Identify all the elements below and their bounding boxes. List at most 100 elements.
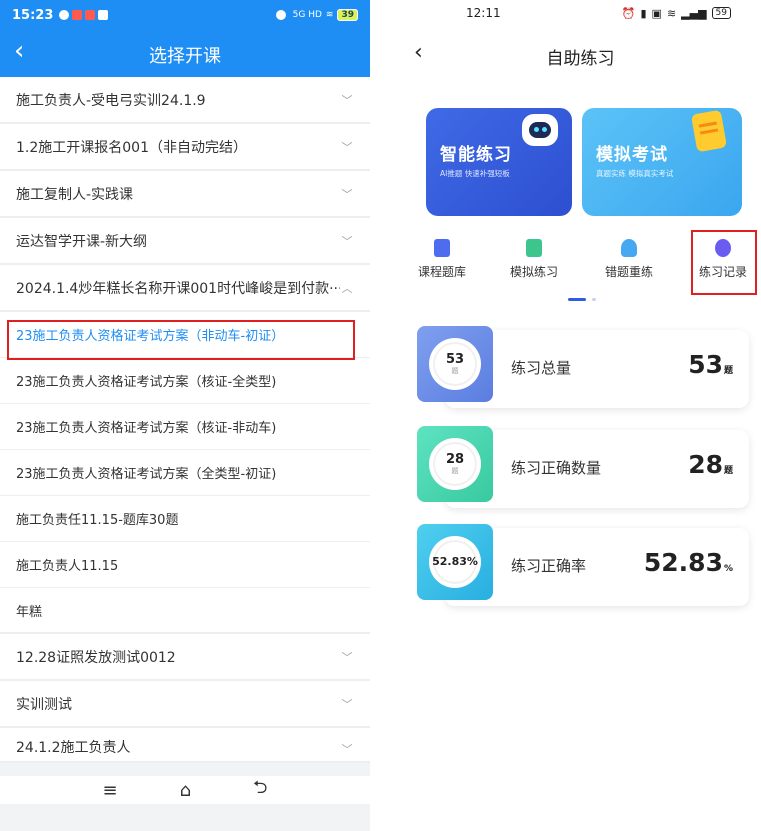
- stat-card-correct: 28 题 练习正确数量 28题: [417, 426, 749, 508]
- wifi-icon: ≋: [325, 10, 334, 20]
- stat-badge: 53 题: [417, 326, 493, 402]
- course-item[interactable]: 运达智学开课-新大纲 ﹀: [0, 218, 370, 265]
- chevron-down-icon: ﹀: [341, 743, 353, 756]
- plan-label: 23施工负责人资格证考试方案（核证-非动车): [16, 421, 277, 436]
- nav-bar: ‹ 选择开课: [0, 30, 370, 77]
- tab-label: 课程题库: [417, 265, 466, 279]
- signal-label: 5G HD: [292, 10, 322, 20]
- course-label: 12.28证照发放测试0012: [16, 649, 176, 666]
- chevron-down-icon: ﹀: [341, 140, 353, 154]
- chevron-down-icon: ﹀: [341, 93, 353, 107]
- list-icon: [526, 239, 542, 257]
- plan-label: 年糕: [16, 604, 43, 620]
- chevron-down-icon: ﹀: [341, 234, 353, 248]
- course-item[interactable]: 施工负责人-受电弓实训24.1.9 ﹀: [0, 77, 370, 124]
- course-item-expanded[interactable]: 2024.1.4炒年糕长名称开课001时代峰峻是到付款··· ︿: [0, 265, 370, 312]
- course-label: 1.2施工开课报名001（非自动完结）: [16, 139, 247, 156]
- chevron-up-icon: ︿: [341, 281, 353, 295]
- plan-label: 23施工负责人资格证考试方案（全类型-初证): [16, 467, 277, 482]
- tab-label: 模拟练习: [509, 265, 558, 279]
- smart-practice-banner[interactable]: 智能练习 AI推题 快速补强短板: [426, 108, 572, 216]
- plan-item[interactable]: 年糕: [0, 588, 370, 634]
- alarm-icon: [275, 10, 286, 20]
- course-item[interactable]: 实训测试 ﹀: [0, 681, 370, 728]
- banner-title: 智能练习: [440, 145, 512, 165]
- plan-item[interactable]: 23施工负责人资格证考试方案（核证-全类型): [0, 358, 370, 404]
- nfc-icon: ▣: [651, 6, 662, 20]
- page-title: 自助练习: [546, 49, 615, 69]
- course-list: 施工负责人-受电弓实训24.1.9 ﹀ 1.2施工开课报名001（非自动完结） …: [0, 77, 370, 763]
- status-bar: 15:23 5G HD ≋ 39: [0, 0, 370, 30]
- nav-bar: ‹ 自助练习: [400, 34, 761, 78]
- status-bar: 12:11 ⏰ ▮ ▣ ≋ ▂▄▆ 59: [400, 0, 761, 26]
- home-icon[interactable]: ⌂: [180, 780, 191, 801]
- plan-item[interactable]: 施工负责任11.15-题库30题: [0, 496, 370, 542]
- stat-value: 52.83%: [643, 548, 733, 577]
- back-icon[interactable]: ⮌: [253, 775, 267, 805]
- page-title: 选择开课: [149, 46, 221, 67]
- status-time: 12:11: [466, 6, 501, 20]
- ring-unit: 题: [451, 366, 459, 375]
- vibrate-icon: ▮: [640, 6, 647, 20]
- banner-subtitle: AI推题 快速补强短板: [440, 169, 510, 178]
- plan-label: 23施工负责人资格证考试方案（非动车-初证）: [16, 329, 285, 344]
- ring-value: 28: [445, 451, 465, 467]
- battery-level: 39: [337, 9, 358, 21]
- stat-badge: 28 题: [417, 426, 493, 502]
- robot-icon: [522, 114, 558, 146]
- signal-icon: ▂▄▆: [681, 6, 707, 20]
- progress-ring: 52.83%: [429, 536, 481, 588]
- stat-label: 练习正确率: [511, 557, 587, 575]
- plan-item[interactable]: 施工负责人11.15: [0, 542, 370, 588]
- page-indicator: [592, 298, 596, 301]
- app-notification-icon: [85, 10, 96, 20]
- battery-level: 59: [711, 7, 731, 19]
- book-icon: [434, 239, 450, 257]
- check-icon: [59, 10, 70, 20]
- system-nav-bar: ≡ ⌂ ⮌: [0, 776, 370, 804]
- course-item[interactable]: 24.1.2施工负责人 ﹀: [0, 728, 370, 763]
- ring-value: 53: [445, 351, 465, 367]
- plan-label: 施工负责人11.15: [16, 559, 119, 574]
- wifi-icon: ≋: [666, 6, 677, 20]
- mock-exam-banner[interactable]: 模拟考试 真题实练 模拟真实考试: [582, 108, 742, 216]
- left-phone-screen: 15:23 5G HD ≋ 39 ‹ 选择开课 施工负责人-受电弓实训24.1.…: [0, 0, 370, 831]
- ring-value: 52.83%: [432, 555, 478, 568]
- course-item[interactable]: 施工复制人-实践课 ﹀: [0, 171, 370, 218]
- banner-title: 模拟考试: [596, 145, 668, 165]
- selection-highlight-box: [691, 230, 757, 295]
- stat-label: 练习正确数量: [511, 459, 602, 477]
- stat-card-accuracy: 52.83% 练习正确率 52.83%: [417, 524, 749, 606]
- chevron-down-icon: ﹀: [341, 187, 353, 201]
- course-label: 2024.1.4炒年糕长名称开课001时代峰峻是到付款···: [16, 280, 340, 297]
- page-indicator-active: [568, 298, 586, 301]
- notepad-icon: [690, 109, 728, 153]
- app-notification-icon: [72, 10, 83, 20]
- course-item[interactable]: 1.2施工开课报名001（非自动完结） ﹀: [0, 124, 370, 171]
- course-label: 施工复制人-实践课: [16, 186, 134, 203]
- tab-label: 错题重练: [604, 265, 653, 279]
- plan-item[interactable]: 23施工负责人资格证考试方案（全类型-初证): [0, 450, 370, 496]
- plan-label: 施工负责任11.15-题库30题: [16, 513, 179, 528]
- tab-wrong-questions[interactable]: 错题重练: [589, 233, 669, 280]
- image-icon: [98, 10, 109, 20]
- ring-unit: 题: [451, 466, 459, 475]
- drop-icon: [621, 239, 637, 257]
- tab-course-questions[interactable]: 课程题库: [402, 233, 482, 280]
- chevron-down-icon: ﹀: [341, 650, 353, 664]
- plan-item[interactable]: 23施工负责人资格证考试方案（核证-非动车): [0, 404, 370, 450]
- stat-card-total: 53 题 练习总量 53题: [417, 326, 749, 408]
- stat-badge: 52.83%: [417, 524, 493, 600]
- stat-value: 28题: [688, 450, 733, 479]
- menu-icon[interactable]: ≡: [103, 780, 118, 801]
- stat-value: 53题: [688, 350, 733, 379]
- stat-label: 练习总量: [511, 359, 572, 377]
- progress-ring: 28 题: [429, 438, 481, 490]
- status-time: 15:23: [12, 7, 54, 23]
- tab-mock-practice[interactable]: 模拟练习: [494, 233, 574, 280]
- course-item[interactable]: 12.28证照发放测试0012 ﹀: [0, 634, 370, 681]
- course-label: 施工负责人-受电弓实训24.1.9: [16, 92, 206, 109]
- course-label: 24.1.2施工负责人: [16, 740, 131, 756]
- plan-label: 23施工负责人资格证考试方案（核证-全类型): [16, 375, 277, 390]
- plan-item-selected[interactable]: 23施工负责人资格证考试方案（非动车-初证）: [0, 312, 370, 358]
